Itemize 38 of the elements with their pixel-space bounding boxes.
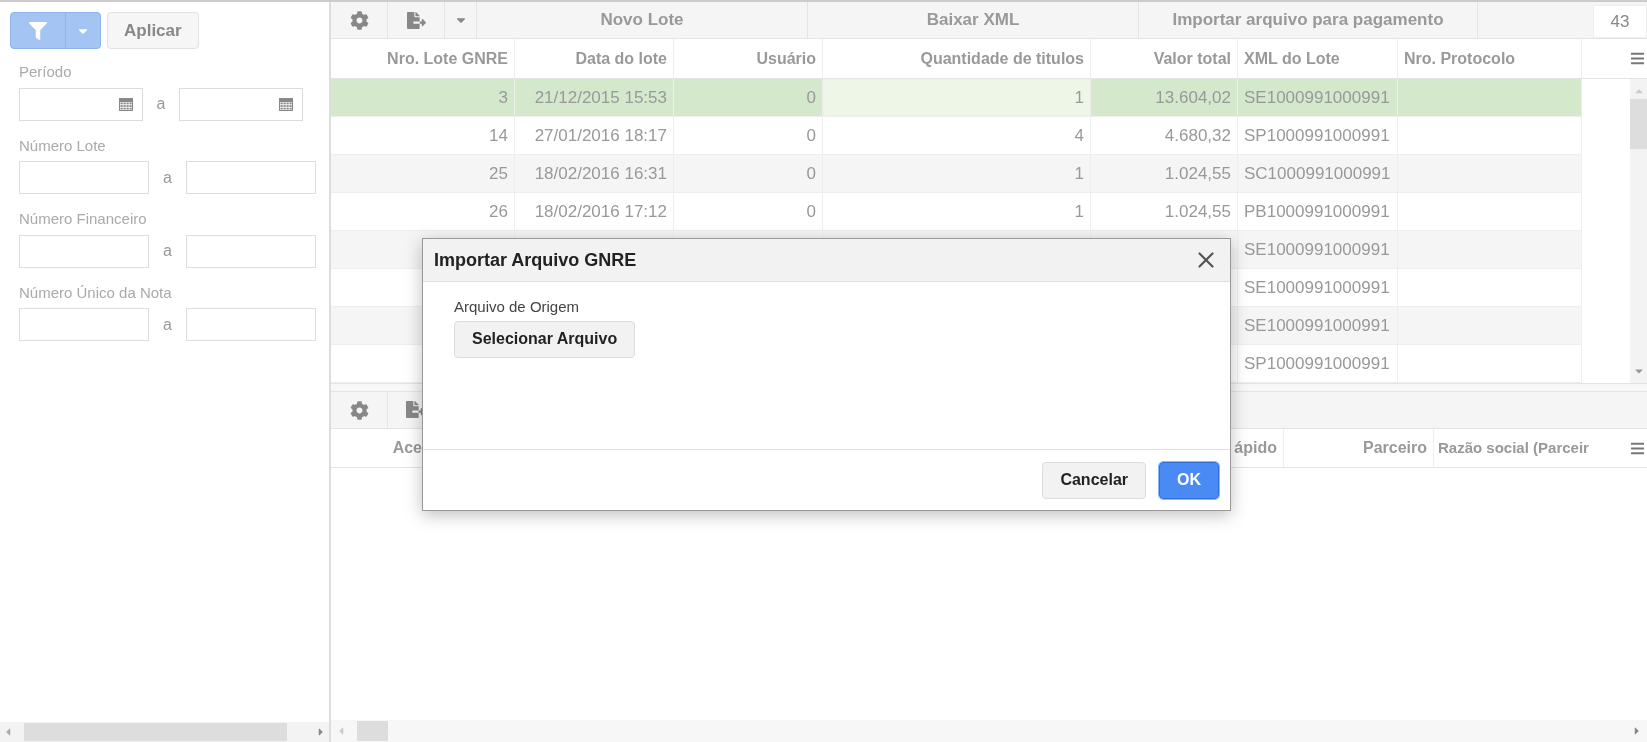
table-cell-text: SE1000991000991 (1244, 276, 1390, 299)
range-separator: a (162, 241, 173, 261)
table-cell-text: 18/02/2016 16:31 (534, 162, 667, 185)
table-cell-text: 21/12/2015 15:53 (534, 86, 667, 109)
table-cell-text: 1.024,55 (1164, 162, 1231, 185)
table-cell-text: 1 (1074, 86, 1084, 109)
dialog-title: Importar Arquivo GNRE (434, 248, 637, 272)
field-label: Número Lote (19, 135, 107, 156)
table-cell-text: 1 (1074, 162, 1084, 185)
range-separator: a (162, 314, 173, 335)
table-cell-text: 13.604,02 (1155, 86, 1231, 109)
field-label: Número Único da Nota (19, 282, 173, 303)
table-cell-text: 0 (806, 162, 816, 185)
table-cell-text: 1.024,55 (1164, 200, 1231, 223)
field-label: Período (19, 62, 73, 82)
table-cell-text: 25 (489, 162, 508, 185)
range-separator: a (155, 94, 167, 114)
field-label: Arquivo de Origem (454, 297, 580, 317)
table-cell-text: 4.680,32 (1164, 124, 1231, 147)
table-cell-text: SE1000991000991 (1244, 314, 1390, 337)
table-cell-text: SP1000991000991 (1244, 124, 1390, 147)
table-cell-text: 1 (1074, 200, 1084, 223)
range-separator: a (162, 167, 173, 188)
table-cell-text: 27/01/2016 18:17 (534, 124, 667, 147)
table-cell-text: 4 (1074, 124, 1084, 147)
table-cell-text: SP1000991000991 (1244, 352, 1390, 375)
table-cell-text: 14 (489, 124, 508, 147)
table-cell-text: 0 (806, 200, 816, 223)
table-cell-text: SE1000991000991 (1244, 238, 1390, 261)
table-cell-text: 0 (806, 86, 816, 109)
table-cell-text: 18/02/2016 17:12 (534, 200, 667, 223)
table-cell-text: SC1000991000991 (1244, 162, 1391, 185)
table-cell-text: PB1000991000991 (1244, 200, 1390, 223)
field-label: Número Financeiro (19, 209, 148, 229)
table-cell-text: 0 (806, 124, 816, 147)
table-cell-text: SE1000991000991 (1244, 86, 1390, 109)
table-cell-text: 26 (489, 200, 508, 223)
table-cell-text: 3 (498, 86, 508, 109)
